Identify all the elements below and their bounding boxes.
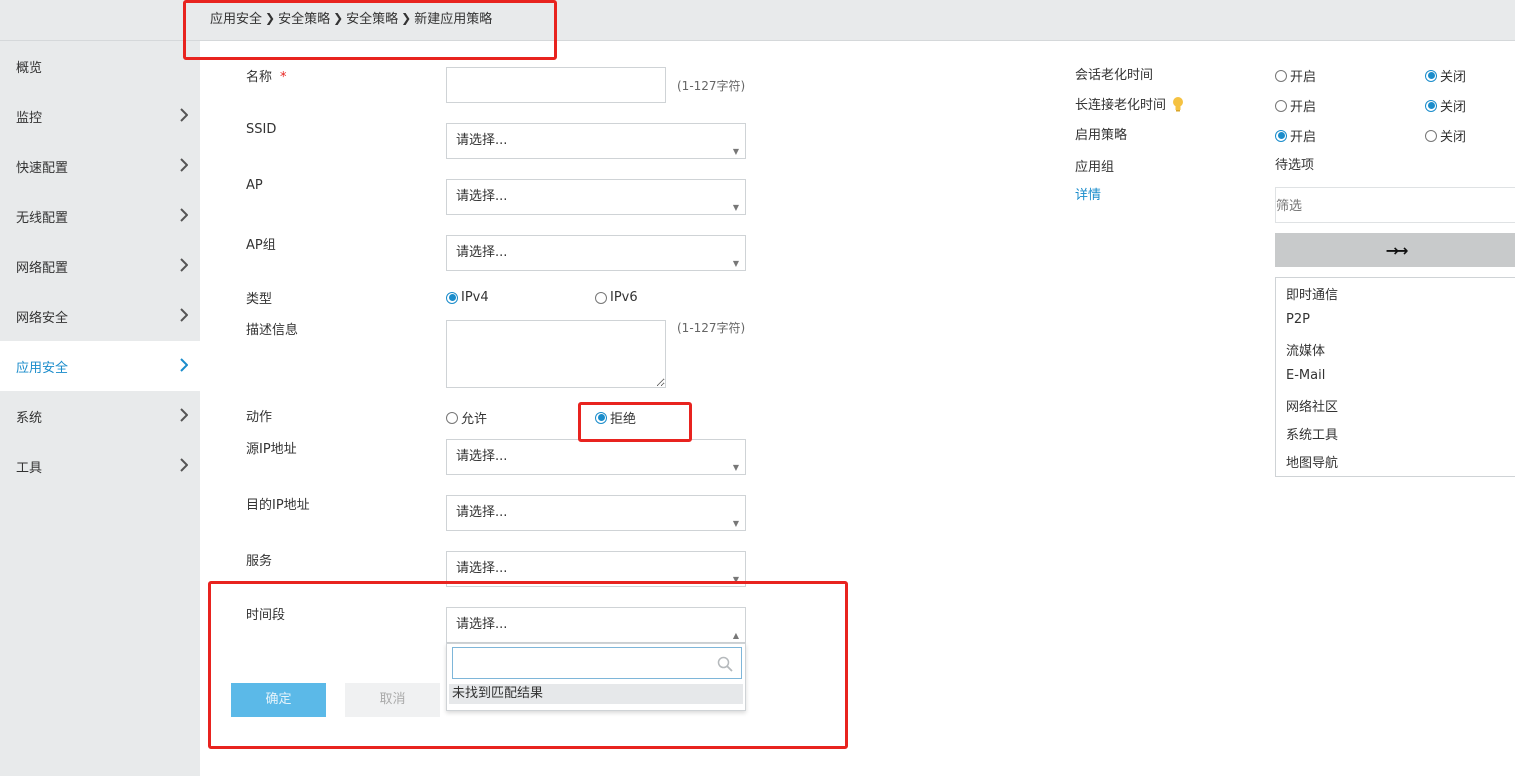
chevron-right-icon (180, 258, 188, 272)
radio-unchecked-icon (1275, 69, 1287, 82)
radio-unchecked-icon (595, 291, 607, 304)
chevron-right-icon (180, 408, 188, 422)
ssid-select[interactable]: 请选择... ▼ (446, 123, 746, 159)
radio-unchecked-icon (1275, 99, 1287, 112)
sidebar: 概览 监控 快速配置 无线配置 网络配置 网络安全 应用安全 系统 工具 (0, 41, 200, 776)
desc-hint: (1-127字符) (677, 321, 746, 335)
action-radio-allow[interactable]: 允许 (446, 408, 487, 427)
candidates-title: 待选项 (1275, 158, 1315, 173)
long-conn-aging-label: 长连接老化时间 (1075, 94, 1184, 113)
src-ip-select-value: 请选择... (456, 449, 508, 464)
ap-label: AP (246, 178, 263, 193)
caret-down-icon: ▼ (732, 259, 739, 268)
type-radio-ipv4[interactable]: IPv4 (446, 290, 489, 305)
caret-down-icon: ▼ (732, 203, 739, 212)
enable-policy-on-radio[interactable]: 开启 (1275, 126, 1316, 145)
list-item[interactable]: 网络社区 (1286, 396, 1338, 415)
name-input[interactable] (446, 67, 666, 103)
sidebar-item-overview[interactable]: 概览 (0, 41, 200, 91)
radio-unchecked-icon (446, 411, 458, 424)
enable-policy-label: 启用策略 (1075, 128, 1128, 143)
type-radio-ipv6[interactable]: IPv6 (595, 290, 638, 305)
highlight-box-time (208, 581, 848, 749)
lightbulb-icon[interactable] (1172, 96, 1184, 112)
ssid-label: SSID (246, 122, 277, 137)
radio-checked-icon (1275, 129, 1287, 142)
list-item[interactable]: 流媒体 (1286, 340, 1325, 359)
chevron-right-icon (180, 208, 188, 222)
list-item[interactable]: 即时通信 (1286, 284, 1338, 303)
list-item[interactable]: E-Mail (1286, 368, 1325, 383)
sidebar-item-label: 快速配置 (16, 160, 69, 176)
sidebar-item-wireless-config[interactable]: 无线配置 (0, 191, 200, 241)
session-aging-on-radio[interactable]: 开启 (1275, 66, 1316, 85)
sidebar-item-system[interactable]: 系统 (0, 391, 200, 441)
src-ip-label: 源IP地址 (246, 442, 297, 457)
sidebar-item-app-security[interactable]: 应用安全 (0, 341, 200, 391)
service-label: 服务 (246, 554, 273, 569)
name-label: 名称 * (246, 70, 287, 85)
service-select-value: 请选择... (456, 561, 508, 576)
radio-unchecked-icon (1425, 129, 1437, 142)
caret-down-icon: ▼ (732, 519, 739, 528)
desc-label: 描述信息 (246, 323, 299, 338)
long-conn-aging-off-radio[interactable]: 关闭 (1425, 96, 1466, 115)
sidebar-item-label: 网络配置 (16, 260, 69, 276)
move-right-button[interactable]: →→ (1275, 233, 1515, 267)
details-link[interactable]: 详情 (1075, 184, 1101, 203)
sidebar-item-label: 工具 (16, 460, 43, 476)
caret-down-icon: ▼ (732, 463, 739, 472)
long-conn-aging-on-radio[interactable]: 开启 (1275, 96, 1316, 115)
enable-policy-off-radio[interactable]: 关闭 (1425, 126, 1466, 145)
action-label: 动作 (246, 410, 273, 425)
chevron-right-icon (180, 308, 188, 322)
sidebar-item-label: 网络安全 (16, 310, 69, 326)
sidebar-item-network-config[interactable]: 网络配置 (0, 241, 200, 291)
apgroup-label: AP组 (246, 238, 276, 253)
list-item[interactable]: 系统工具 (1286, 424, 1338, 443)
candidates-list: 即时通信 P2P 流媒体 E-Mail 网络社区 系统工具 地图导航 (1275, 277, 1515, 477)
session-aging-label: 会话老化时间 (1075, 68, 1154, 83)
dst-ip-label: 目的IP地址 (246, 498, 310, 513)
chevron-right-icon (180, 458, 188, 472)
ap-select-value: 请选择... (456, 189, 508, 204)
desc-textarea[interactable] (446, 320, 666, 388)
sidebar-item-label: 概览 (16, 60, 43, 76)
caret-down-icon: ▼ (732, 147, 739, 156)
sidebar-item-label: 无线配置 (16, 210, 69, 226)
apgroup-select-value: 请选择... (456, 245, 508, 260)
filter-input[interactable] (1275, 187, 1515, 223)
highlight-box-breadcrumb (183, 0, 557, 60)
src-ip-select[interactable]: 请选择... ▼ (446, 439, 746, 475)
sidebar-item-label: 系统 (16, 410, 43, 426)
name-hint: (1-127字符) (677, 79, 746, 93)
radio-checked-icon (1425, 69, 1437, 82)
sidebar-item-label: 监控 (16, 110, 43, 126)
chevron-right-icon (180, 158, 188, 172)
list-item[interactable]: P2P (1286, 312, 1310, 327)
ap-select[interactable]: 请选择... ▼ (446, 179, 746, 215)
type-label: 类型 (246, 292, 273, 307)
radio-checked-icon (1425, 99, 1437, 112)
sidebar-item-quick-config[interactable]: 快速配置 (0, 141, 200, 191)
chevron-right-icon (180, 108, 188, 122)
sidebar-item-label: 应用安全 (16, 360, 69, 376)
sidebar-item-monitor[interactable]: 监控 (0, 91, 200, 141)
ssid-select-value: 请选择... (456, 133, 508, 148)
radio-checked-icon (446, 291, 458, 304)
required-mark: * (280, 70, 287, 85)
highlight-box-deny (578, 402, 692, 442)
apgroup-select[interactable]: 请选择... ▼ (446, 235, 746, 271)
chevron-right-icon (180, 358, 188, 372)
sidebar-item-tools[interactable]: 工具 (0, 441, 200, 491)
sidebar-item-network-security[interactable]: 网络安全 (0, 291, 200, 341)
list-item[interactable]: 地图导航 (1286, 452, 1338, 471)
dst-ip-select-value: 请选择... (456, 505, 508, 520)
dst-ip-select[interactable]: 请选择... ▼ (446, 495, 746, 531)
app-group-label: 应用组 (1075, 160, 1115, 175)
session-aging-off-radio[interactable]: 关闭 (1425, 66, 1466, 85)
double-arrow-right-icon: →→ (1385, 240, 1409, 260)
